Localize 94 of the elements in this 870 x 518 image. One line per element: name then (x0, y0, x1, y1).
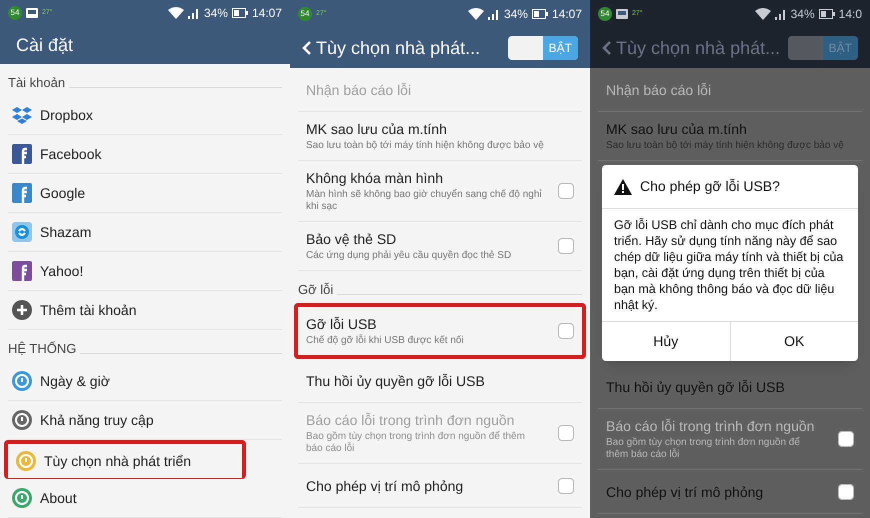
status-badge: 54 (298, 7, 312, 21)
dialog-button[interactable]: Hủy (602, 322, 730, 361)
screen-title: Tùy chọn nhà phát... (616, 36, 780, 60)
settings-item[interactable]: Tùy chọn nhà phát triển (4, 440, 246, 479)
item-label: About (40, 488, 77, 508)
battery-icon (532, 9, 548, 19)
image-icon (26, 8, 38, 18)
settings-item[interactable]: Google (8, 174, 282, 213)
signal-icon (774, 8, 787, 20)
option-description: Sao lưu toàn bộ tới máy tính hiện không được bảo vệ (306, 140, 545, 152)
checkbox[interactable] (558, 183, 574, 199)
option-title: Thu hồi ủy quyền gỡ lỗi USB (606, 378, 786, 396)
settings-item[interactable]: Khả năng truy cập (8, 401, 282, 440)
battery-percent: 34% (504, 6, 528, 23)
settings-item[interactable]: Dropbox (8, 96, 282, 135)
option-row[interactable]: Không khóa màn hình Màn hình sẽ không bao giờ chuyển sang chế độ nghỉ khi sạc (298, 161, 582, 222)
dialog-button[interactable]: OK (730, 322, 858, 361)
logo-icon (12, 261, 32, 281)
option-title: Báo cáo lỗi trong trình đơn nguồn (306, 411, 516, 429)
clock-time: 14:07 (552, 6, 582, 23)
checkbox[interactable] (838, 484, 854, 500)
switch-thumb: BẬT (822, 36, 858, 60)
status-badge: 54 (8, 6, 22, 20)
clock-time: 14:07 (252, 5, 282, 22)
settings-item[interactable]: About (8, 479, 282, 518)
info-circle-icon (16, 451, 36, 471)
item-label: Facebook (40, 144, 102, 164)
option-row[interactable]: Cho phép vị trí mô phỏng (298, 464, 582, 508)
settings-item[interactable]: Yahoo! (8, 252, 282, 291)
square-logo-icon (12, 144, 32, 164)
option-title: Thu hồi ủy quyền gỡ lỗi USB (306, 372, 486, 390)
option-row[interactable]: Thu hồi ủy quyền gỡ lỗi USB (298, 359, 582, 403)
status-badge: 54 (598, 7, 612, 21)
item-label: Shazam (40, 222, 92, 242)
signal-icon (188, 8, 200, 19)
wifi-icon (754, 8, 771, 20)
item-label: Dropbox (40, 106, 93, 125)
section-header: Gỡ lỗi (298, 280, 334, 298)
screen-title: Tùy chọn nhà phát... (316, 36, 480, 60)
wifi-icon (168, 7, 184, 20)
gear-circle-icon (12, 410, 32, 430)
option-title: Cho phép vị trí mô phỏng (606, 482, 764, 500)
clock-icon (12, 371, 32, 391)
info-circle-icon (12, 488, 32, 508)
option-description: Chế độ gỡ lỗi khi USB được kết nối (306, 335, 465, 347)
signal-icon (488, 8, 500, 20)
option-title: Gỡ lỗi USB (306, 315, 378, 333)
item-label: Khả năng truy cập (40, 410, 154, 430)
square-logo-icon (12, 183, 32, 203)
option-row[interactable]: MK sao lưu của m.tính Sao lưu toàn bộ tới máy tính hiện không được bảo vệ (298, 112, 582, 161)
option-description: Các ứng dụng phải yêu cầu quyền đọc thẻ SD (306, 250, 512, 262)
battery-percent: 34% (204, 5, 228, 22)
item-label: Ngày & giờ (40, 372, 110, 391)
item-label: Thêm tài khoản (40, 300, 136, 320)
dialog-message: Gỡ lỗi USB chỉ dành cho mục đích phát triển. Hãy sử dụng tính năng này để sao chép dữ liệu giữa máy tính và thiết bị của bạn, cài đặt ứng dụng trên thiết bị của bạn mà không thông báo và đọc dữ liệu nhật ký. (613, 217, 844, 314)
item-label: Google (40, 184, 86, 203)
option-title: MK sao lưu của m.tính (606, 120, 748, 138)
option-title: Bảo vệ thẻ SD (306, 230, 398, 248)
swirl-logo-icon (12, 222, 32, 242)
checkbox[interactable] (558, 323, 574, 339)
dialog-title: Cho phép gỡ lỗi USB? (640, 177, 780, 196)
section-header: HỆ THỐNG (8, 340, 76, 358)
option-title: MK sao lưu của m.tính (306, 120, 448, 138)
option-title: Không khóa màn hình (306, 169, 444, 187)
checkbox[interactable] (558, 238, 574, 254)
checkbox[interactable] (558, 478, 574, 494)
settings-item[interactable]: Facebook (8, 135, 282, 174)
option-title: Nhận báo cáo lỗi (606, 80, 712, 98)
battery-icon (232, 8, 248, 18)
battery-percent: 34% (790, 6, 815, 23)
option-row[interactable]: Bảo vệ thẻ SD Các ứng dụng phải yêu cầu quyền đọc thẻ SD (298, 222, 582, 271)
back-icon[interactable] (602, 40, 612, 56)
option-description: Bao gồm tùy chọn trong trình đơn nguồn để thêm báo cáo lỗi (606, 437, 801, 461)
warning-icon (614, 178, 632, 194)
settings-item[interactable]: Thêm tài khoản (8, 291, 282, 330)
wifi-icon (468, 8, 484, 20)
switch-thumb: BẬT (542, 36, 578, 60)
option-title: Nhận báo cáo lỗi (306, 80, 412, 98)
option-title: Báo cáo lỗi trong trình đơn nguồn (606, 417, 816, 435)
option-description: Màn hình sẽ không bao giờ chuyển sang chế độ nghỉ khi sạc (306, 189, 543, 213)
option-description: Bao gồm tùy chọn trong trình đơn nguồn để thêm báo cáo lỗi (306, 431, 526, 455)
section-header: Tài khoản (8, 74, 66, 92)
item-label: Tùy chọn nhà phát triển (44, 452, 192, 471)
settings-item[interactable]: Ngày & giờ (8, 362, 282, 401)
option-row[interactable]: Gỡ lỗi USB Chế độ gỡ lỗi khi USB được kết nối (294, 303, 586, 359)
clock-time: 14:0 (838, 6, 862, 23)
option-title: Cho phép vị trí mô phỏng (306, 476, 464, 494)
plus-circle-icon (12, 300, 32, 320)
image-icon (616, 9, 628, 19)
item-label: Yahoo! (40, 262, 84, 280)
screen-title: Cài đặt (16, 34, 74, 57)
settings-item[interactable]: Shazam (8, 213, 282, 252)
battery-icon (818, 9, 835, 19)
box-stack-icon (12, 106, 32, 124)
